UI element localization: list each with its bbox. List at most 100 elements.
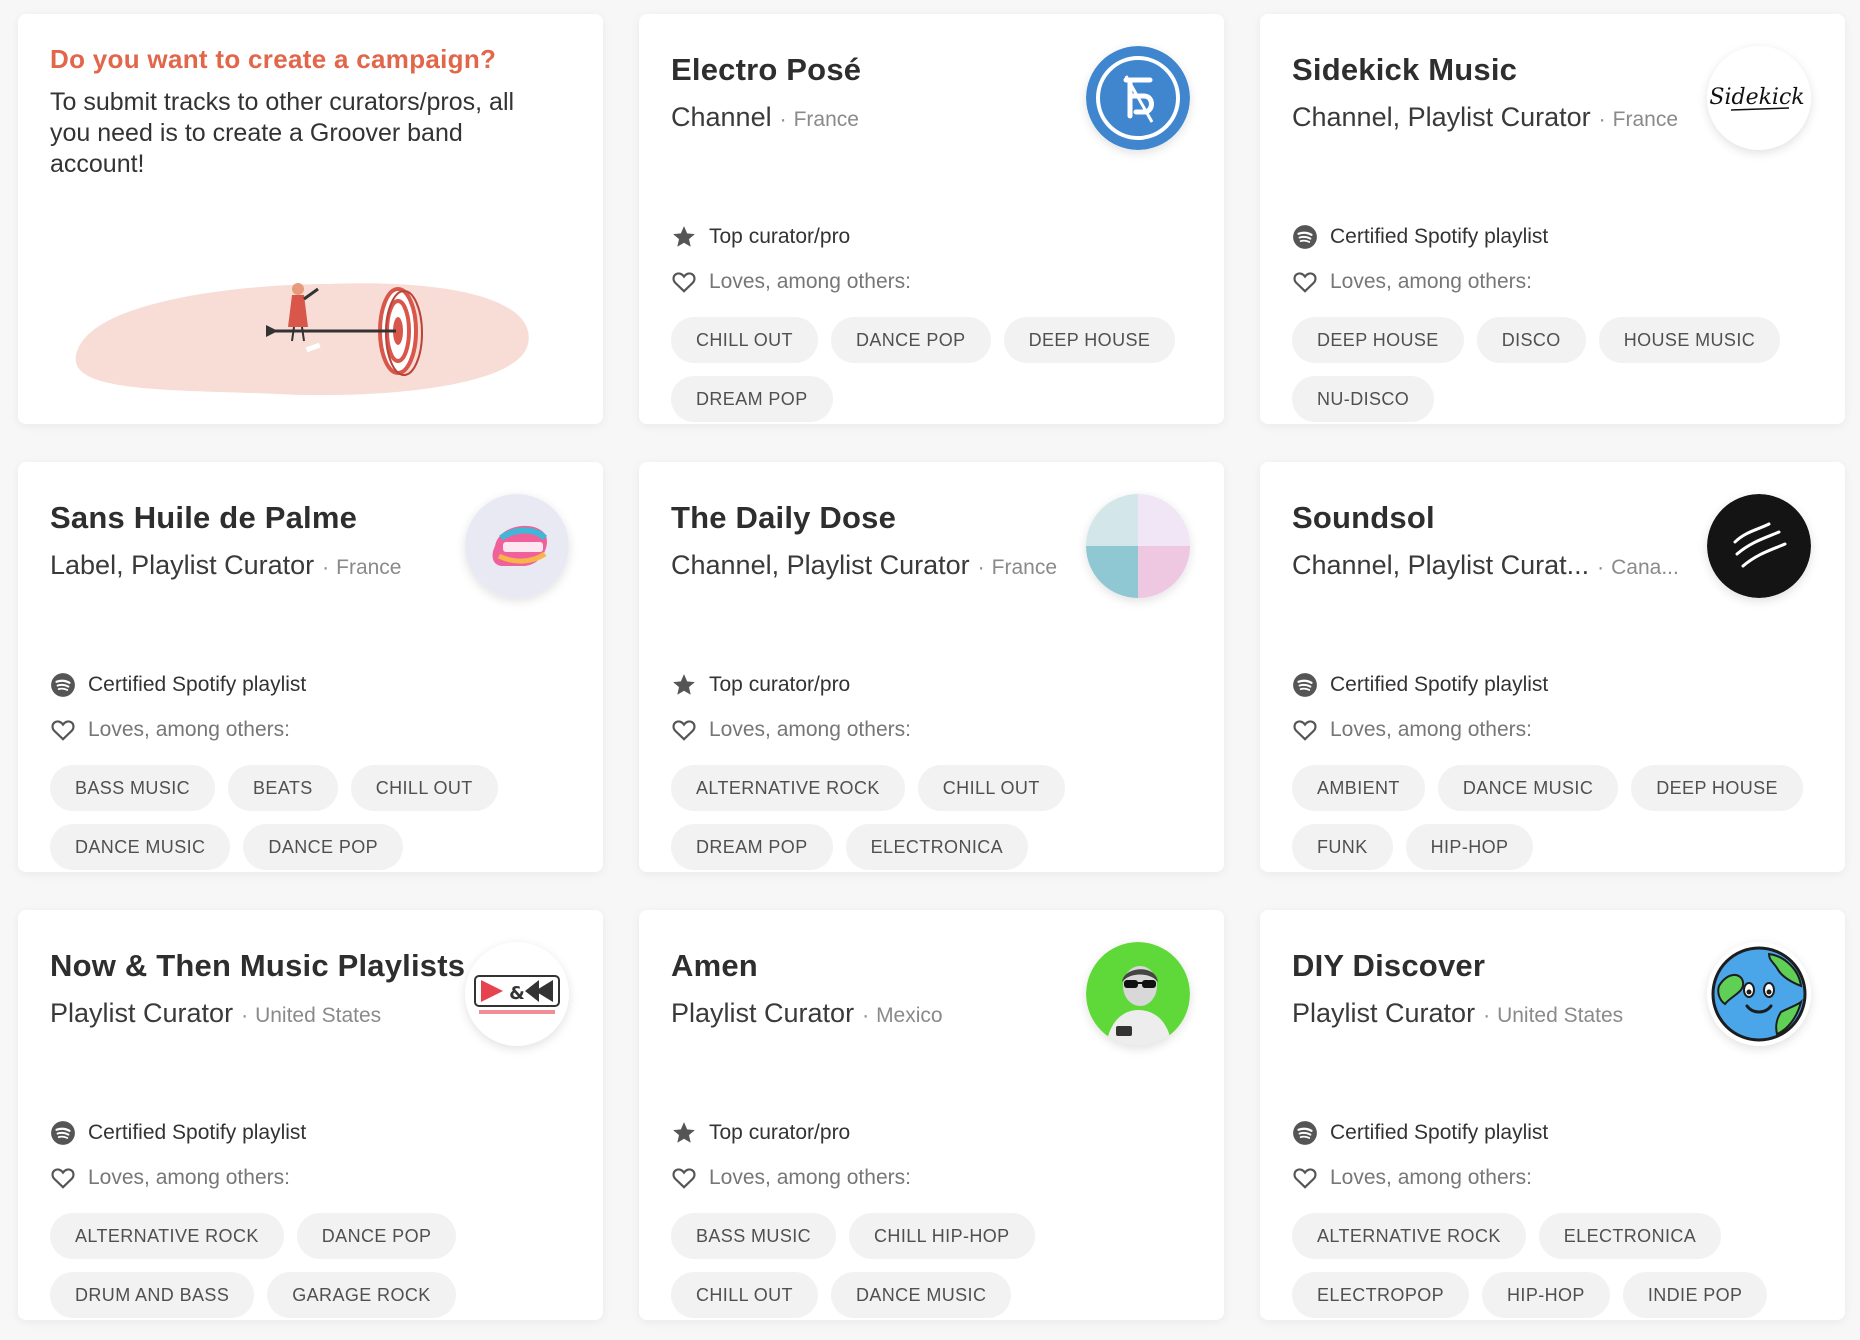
badge-label: Top curator/pro <box>709 673 851 696</box>
genre-tags: ALTERNATIVE ROCK DANCE POP DRUM AND BASS… <box>50 1213 571 1318</box>
target-illustration <box>75 283 529 396</box>
curator-avatar[interactable] <box>1707 942 1811 1046</box>
badge-label: Certified Spotify playlist <box>1330 225 1549 248</box>
curator-card[interactable]: Sidekick Music Channel, Playlist Curator… <box>1260 14 1845 424</box>
genre-tag[interactable]: HIP-HOP <box>1482 1272 1610 1318</box>
heart-icon <box>672 272 696 293</box>
curator-country: France <box>978 556 1057 580</box>
genre-tag[interactable]: DANCE MUSIC <box>1437 765 1619 811</box>
loves-label: Loves, among others: <box>88 718 290 741</box>
loves-label: Loves, among others: <box>709 270 911 293</box>
genre-tag[interactable]: BASS MUSIC <box>671 1213 837 1259</box>
loves-row: Loves, among others: <box>671 1163 1192 1193</box>
curator-country: France <box>1599 108 1678 132</box>
genre-tag[interactable]: FUNK <box>1292 824 1393 870</box>
badge-label: Top curator/pro <box>709 1121 851 1144</box>
electro-pose-logo-icon <box>1086 46 1190 150</box>
curator-country: Cana... <box>1597 556 1679 580</box>
curator-card[interactable]: Sans Huile de Palme Label, Playlist Cura… <box>18 462 603 872</box>
earth-icon <box>1707 942 1811 1046</box>
spotify-icon <box>1293 225 1317 249</box>
heart-icon <box>51 1168 75 1189</box>
curator-avatar[interactable]: & <box>465 942 569 1046</box>
genre-tag[interactable]: CHILL OUT <box>350 765 498 811</box>
genre-tag[interactable]: CHILL OUT <box>917 765 1065 811</box>
curator-avatar[interactable]: Sidekick <box>1707 46 1811 150</box>
heart-icon <box>1293 272 1317 293</box>
genre-tag[interactable]: DANCE POP <box>830 317 991 363</box>
curator-card[interactable]: Now & Then Music Playlists Playlist Cura… <box>18 910 603 1320</box>
genre-tag[interactable]: DEEP HOUSE <box>1631 765 1803 811</box>
curator-avatar[interactable] <box>1086 942 1190 1046</box>
genre-tag[interactable]: ALTERNATIVE ROCK <box>671 765 905 811</box>
campaign-card[interactable]: Do you want to create a campaign? To sub… <box>18 14 603 424</box>
sans-huile-logo-icon <box>465 494 569 598</box>
genre-tag[interactable]: INDIE POP <box>1622 1272 1768 1318</box>
genre-tag[interactable]: ELECTROPOP <box>1292 1272 1470 1318</box>
badge-label: Certified Spotify playlist <box>1330 1121 1549 1144</box>
curator-role: Channel, Playlist Curator <box>1292 102 1591 132</box>
curator-avatar[interactable] <box>1707 494 1811 598</box>
genre-tag[interactable]: CHILL OUT <box>671 317 818 363</box>
genre-tag[interactable]: DEEP HOUSE <box>1003 317 1176 363</box>
curator-card[interactable]: Amen Playlist Curator Mexico <box>639 910 1224 1320</box>
curator-country: United States <box>1483 1004 1623 1028</box>
loves-label: Loves, among others: <box>709 1166 911 1189</box>
genre-tag[interactable]: AMBIENT <box>1292 765 1425 811</box>
genre-tag[interactable]: CHILL OUT <box>671 1272 818 1318</box>
loves-row: Loves, among others: <box>1292 715 1813 745</box>
genre-tag[interactable]: BASS MUSIC <box>50 765 216 811</box>
genre-tag[interactable]: ELECTRONICA <box>1538 1213 1722 1259</box>
genre-tag[interactable]: DANCE MUSIC <box>50 824 231 870</box>
curator-avatar[interactable] <box>1086 494 1190 598</box>
soundsol-logo-icon <box>1707 494 1811 598</box>
curator-role: Label, Playlist Curator <box>50 550 315 580</box>
campaign-text: To submit tracks to other curators/pros,… <box>50 88 515 178</box>
badge-row: Top curator/pro <box>671 222 1192 252</box>
loves-row: Loves, among others: <box>1292 1163 1813 1193</box>
sidekick-logo-icon: Sidekick <box>1707 46 1811 150</box>
curator-card[interactable]: Soundsol Channel, Playlist Curat... Cana… <box>1260 462 1845 872</box>
badge-row: Certified Spotify playlist <box>50 670 571 700</box>
genre-tag[interactable]: CHILL HIP-HOP <box>849 1213 1035 1259</box>
genre-tag[interactable]: ALTERNATIVE ROCK <box>50 1213 284 1259</box>
genre-tag[interactable]: HOUSE MUSIC <box>1598 317 1781 363</box>
curator-country: Mexico <box>862 1004 943 1028</box>
amen-photo-icon <box>1086 942 1190 1046</box>
sidekick-logo-text: Sidekick <box>1709 85 1804 110</box>
curator-role: Channel, Playlist Curator <box>671 550 970 580</box>
spotify-icon <box>51 1121 75 1145</box>
genre-tag[interactable]: DRUM AND BASS <box>50 1272 255 1318</box>
badge-row: Certified Spotify playlist <box>1292 222 1813 252</box>
genre-tag[interactable]: ELECTRONICA <box>845 824 1029 870</box>
genre-tag[interactable]: ALTERNATIVE ROCK <box>1292 1213 1526 1259</box>
loves-label: Loves, among others: <box>709 718 911 741</box>
curator-role: Playlist Curator <box>671 998 855 1028</box>
genre-tag[interactable]: DREAM POP <box>671 824 833 870</box>
badge-row: Top curator/pro <box>671 1118 1192 1148</box>
genre-tag[interactable]: BEATS <box>228 765 338 811</box>
genre-tag[interactable]: GARAGE ROCK <box>267 1272 456 1318</box>
genre-tags: CHILL OUT DANCE POP DEEP HOUSE DREAM POP <box>671 317 1192 422</box>
curator-card[interactable]: DIY Discover Playlist Curator United Sta… <box>1260 910 1845 1320</box>
curator-avatar[interactable] <box>465 494 569 598</box>
curator-country: France <box>780 108 859 132</box>
genre-tag[interactable]: DEEP HOUSE <box>1292 317 1464 363</box>
campaign-title[interactable]: Do you want to create a campaign? <box>50 44 571 75</box>
genre-tag[interactable]: DANCE MUSIC <box>830 1272 1012 1318</box>
genre-tag[interactable]: DREAM POP <box>671 376 833 422</box>
genre-tag[interactable]: NU-DISCO <box>1292 376 1435 422</box>
star-icon <box>673 674 695 695</box>
genre-tag[interactable]: DANCE POP <box>296 1213 457 1259</box>
curator-role: Playlist Curator <box>1292 998 1476 1028</box>
genre-tags: AMBIENT DANCE MUSIC DEEP HOUSE FUNK HIP-… <box>1292 765 1813 870</box>
genre-tag[interactable]: DISCO <box>1476 317 1586 363</box>
genre-tag[interactable]: HIP-HOP <box>1405 824 1534 870</box>
badge-label: Top curator/pro <box>709 225 851 248</box>
heart-icon <box>672 720 696 741</box>
curator-card[interactable]: The Daily Dose Channel, Playlist Curator… <box>639 462 1224 872</box>
curator-card[interactable]: Electro Posé Channel France Top curator/… <box>639 14 1224 424</box>
curator-avatar[interactable] <box>1086 46 1190 150</box>
genre-tag[interactable]: DANCE POP <box>243 824 404 870</box>
loves-label: Loves, among others: <box>88 1166 290 1189</box>
